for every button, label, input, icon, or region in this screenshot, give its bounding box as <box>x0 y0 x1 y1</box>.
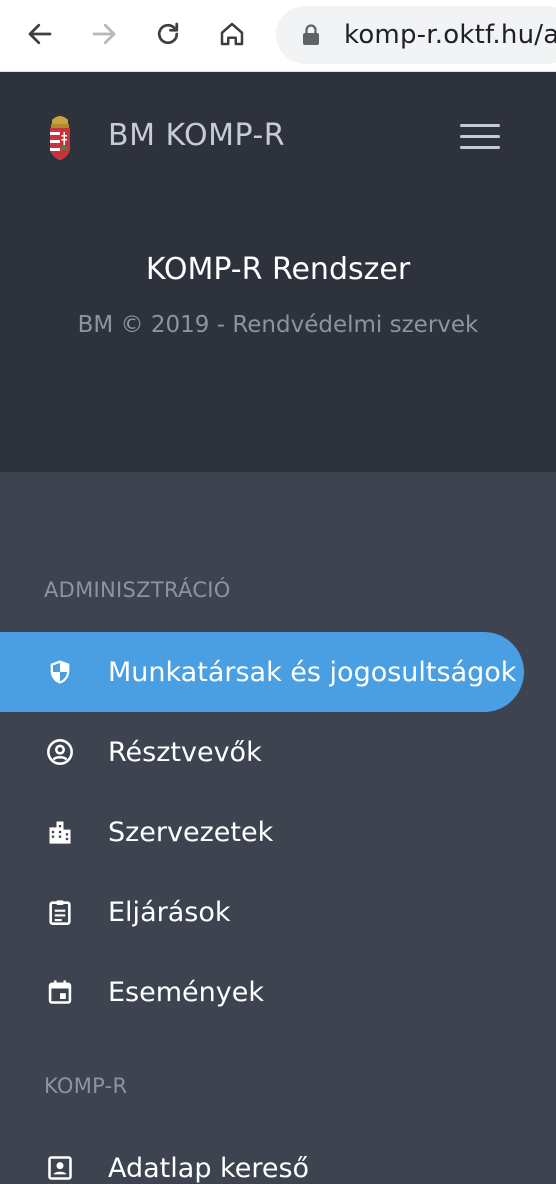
building-icon <box>49 821 71 844</box>
home-icon <box>220 22 244 46</box>
lock-icon <box>303 24 319 45</box>
forward-button[interactable] <box>84 14 124 54</box>
sidebar-item-esemenyek[interactable]: Események <box>0 952 524 1032</box>
sidebar-item-label: Szervezetek <box>108 816 274 848</box>
brand-name[interactable]: BM KOMP-R <box>108 118 285 153</box>
id-card-icon <box>48 1156 72 1180</box>
home-button[interactable] <box>212 14 252 54</box>
system-title: KOMP-R Rendszer <box>145 252 411 287</box>
sidebar-item-adatlap-kereso[interactable]: Adatlap kereső <box>0 1128 524 1184</box>
clipboard-icon <box>49 900 71 925</box>
shield-icon <box>50 660 70 684</box>
menu-toggle-button[interactable] <box>460 124 500 154</box>
person-circle-icon <box>47 739 73 765</box>
sidebar-item-label: Résztvevők <box>108 736 262 768</box>
coat-of-arms-logo <box>50 116 70 160</box>
back-button[interactable] <box>20 14 60 54</box>
sidebar-item-label: Események <box>108 976 264 1008</box>
calendar-icon <box>48 980 72 1004</box>
reload-icon <box>157 22 179 45</box>
sidebar-item-eljarasok[interactable]: Eljárások <box>0 872 524 952</box>
address-bar[interactable]: komp-r.oktf.hu/a <box>276 6 556 64</box>
arrow-left-icon <box>28 23 52 45</box>
hamburger-icon <box>460 124 500 127</box>
sidebar-item-resztvevok[interactable]: Résztvevők <box>0 712 524 792</box>
url-text: komp-r.oktf.hu/a <box>344 20 556 50</box>
arrow-right-icon <box>92 23 116 45</box>
reload-button[interactable] <box>148 14 188 54</box>
sidebar-item-label: Eljárások <box>108 896 231 928</box>
system-subtitle: BM © 2019 - Rendvédelmi szervek <box>77 312 479 338</box>
section-title-adminisztracio: ADMINISZTRÁCIÓ <box>44 578 231 602</box>
sidebar-item-label: Munkatársak és jogosultságok <box>108 656 517 688</box>
browser-toolbar: komp-r.oktf.hu/a <box>0 0 556 72</box>
sidebar-item-munkatarsak[interactable]: Munkatársak és jogosultságok <box>0 632 524 712</box>
sidebar-item-szervezetek[interactable]: Szervezetek <box>0 792 524 872</box>
section-title-komp-r: KOMP-R <box>44 1074 128 1098</box>
sidebar-nav: ADMINISZTRÁCIÓ Munkatársak és jogosultsá… <box>0 472 556 1184</box>
sidebar-item-label: Adatlap kereső <box>108 1152 310 1184</box>
app-header: BM KOMP-R KOMP-R Rendszer BM © 2019 - Re… <box>0 72 556 472</box>
